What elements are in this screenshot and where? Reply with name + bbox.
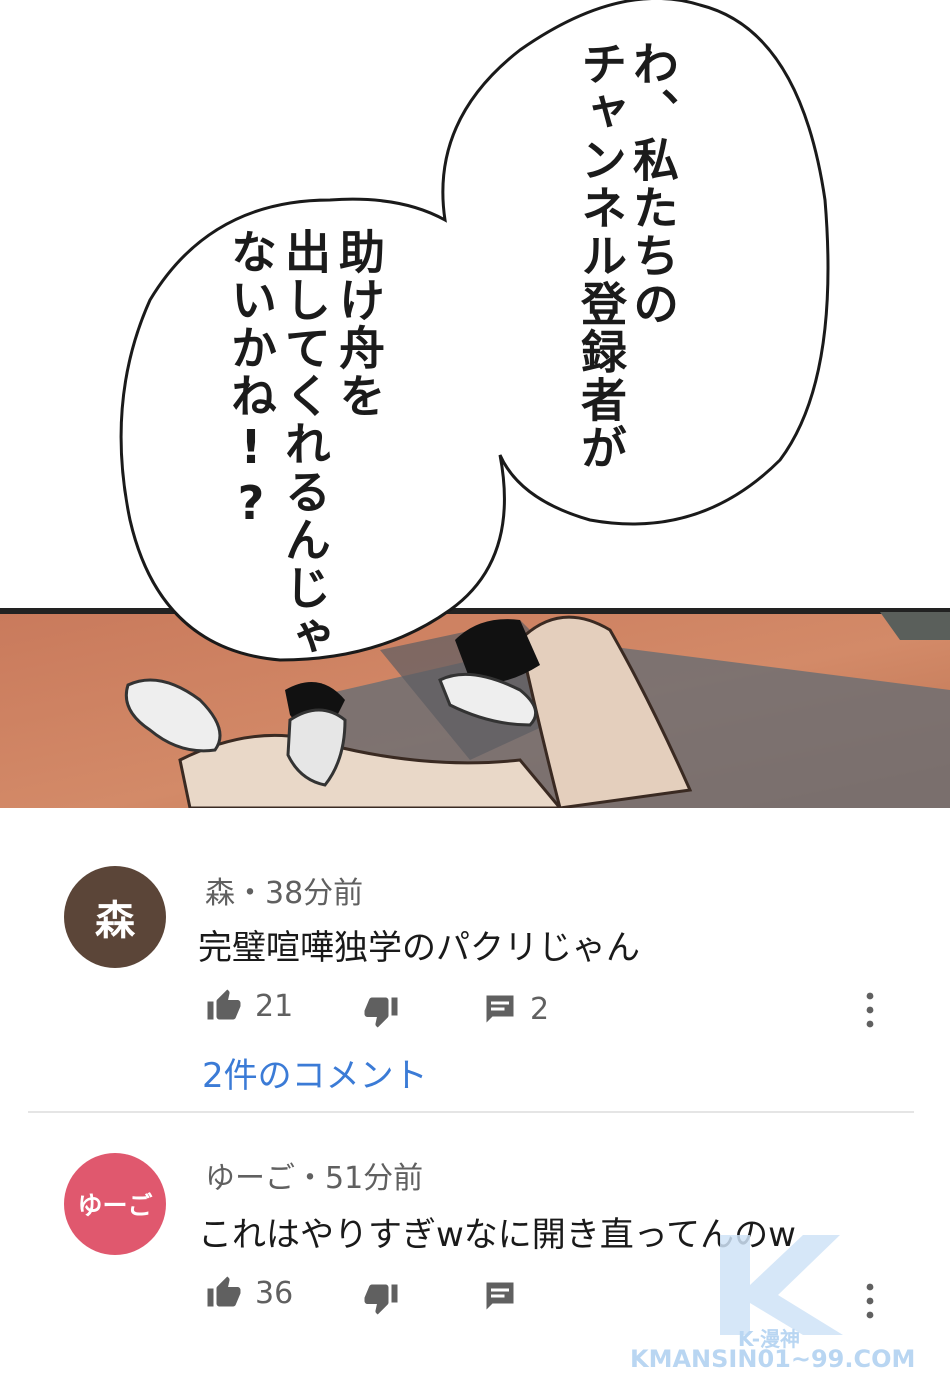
comment-author[interactable]: ゆーご (205, 1161, 295, 1196)
avatar[interactable]: ゆーご (64, 1153, 166, 1255)
comment-time: 51分前 (325, 1161, 424, 1196)
dislike-button[interactable] (362, 993, 400, 1029)
comment-text: 完璧喧嘩独学のパクリじゃん (198, 928, 640, 968)
comment-time: 38分前 (265, 876, 364, 911)
more-options-icon[interactable] (860, 990, 880, 1030)
comment-item: 森 森・38分前 完璧喧嘩独学のパクリじゃん 21 2 2件のコメント (0, 808, 950, 1108)
manga-artwork (0, 0, 950, 808)
meta-separator: ・ (235, 876, 265, 911)
comment-meta: 森・38分前 (205, 868, 363, 912)
bubble-text-line-4: 出してくれるんじゃ (278, 228, 332, 660)
reply-count: 2 (530, 991, 550, 1027)
meta-separator: ・ (295, 1161, 325, 1196)
bubble-text-line-1: わ、私たちの (626, 40, 680, 328)
comment-author[interactable]: 森 (205, 876, 235, 911)
thumbs-down-icon (364, 997, 398, 1028)
view-replies-link[interactable]: 2件のコメント (202, 1048, 428, 1097)
bubble-text-line-3: 助け舟を (332, 228, 386, 420)
comment-icon (486, 1282, 514, 1310)
like-button[interactable]: 21 (205, 988, 293, 1024)
comment-icon (486, 995, 514, 1023)
dislike-button[interactable] (362, 1280, 400, 1316)
comment-item: ゆーご ゆーご・51分前 これはやりすぎwなに開き直ってんのw 36 (0, 1113, 950, 1378)
thumbs-down-icon (364, 1284, 398, 1315)
like-count: 36 (255, 1275, 294, 1311)
more-options-icon[interactable] (860, 1281, 880, 1321)
avatar[interactable]: 森 (64, 866, 166, 968)
reply-button[interactable]: 2 (482, 991, 549, 1027)
thumbs-up-icon (207, 1276, 241, 1307)
like-count: 21 (255, 988, 294, 1024)
reply-button[interactable] (482, 1278, 518, 1314)
panel-border (0, 608, 950, 614)
bubble-text-line-2: チャンネル登録者が (574, 40, 628, 472)
comment-meta: ゆーご・51分前 (205, 1153, 423, 1197)
avatar-text: 森 (95, 898, 135, 944)
comment-text: これはやりすぎwなに開き直ってんのw (198, 1215, 796, 1255)
bubble-text-line-5: ないかね!? (224, 228, 278, 532)
like-button[interactable]: 36 (205, 1275, 293, 1311)
manga-panel: わ、私たちの チャンネル登録者が 助け舟を 出してくれるんじゃ ないかね!? (0, 0, 950, 808)
avatar-text: ゆーご (77, 1191, 153, 1220)
thumbs-up-icon (207, 989, 241, 1020)
